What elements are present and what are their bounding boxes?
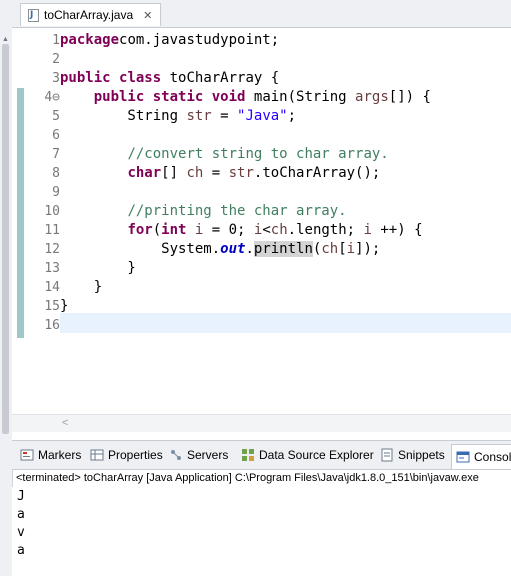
code-line[interactable]: 10 //printing the char array. bbox=[12, 202, 511, 221]
code-text: packagecom.javastudypoint; bbox=[60, 32, 280, 48]
code-line[interactable]: 4⊖ public static void main(String args[]… bbox=[12, 88, 511, 107]
code-text: String str = "Java"; bbox=[60, 108, 297, 124]
code-line[interactable]: 3 public class toCharArray { bbox=[12, 69, 511, 88]
line-number: 7 bbox=[52, 147, 60, 162]
code-text: } bbox=[60, 298, 69, 314]
code-text: System.out.println(ch[i]); bbox=[60, 241, 381, 257]
view-tab-data-source-explorer[interactable]: Data Source Explorer bbox=[241, 445, 374, 465]
code-text: //printing the char array. bbox=[127, 203, 347, 219]
line-number: 16 bbox=[44, 318, 60, 333]
view-tab-label: Servers bbox=[187, 448, 229, 462]
view-tab-label: Data Source Explorer bbox=[259, 448, 374, 462]
code-line[interactable]: 12 System.out.println(ch[i]); bbox=[12, 240, 511, 259]
line-number: 9 bbox=[52, 185, 60, 200]
code-text: //convert string to char array. bbox=[127, 146, 389, 162]
line-number: 3 bbox=[52, 71, 60, 86]
snippets-icon bbox=[380, 448, 394, 462]
view-tab-console[interactable]: Console bbox=[451, 444, 511, 469]
scroll-up-arrow-icon[interactable]: ▲ bbox=[2, 36, 9, 43]
code-line[interactable]: 8 char[] ch = str.toCharArray(); bbox=[12, 164, 511, 183]
code-text: char[] ch = str.toCharArray(); bbox=[127, 165, 381, 181]
java-file-icon: J bbox=[27, 8, 39, 22]
editor-tab-label: toCharArray.java bbox=[44, 8, 134, 22]
view-tab-label: Console bbox=[474, 450, 511, 464]
line-number: 6 bbox=[52, 128, 60, 143]
code-text: } bbox=[60, 260, 136, 276]
view-tab-label: Markers bbox=[38, 448, 82, 462]
line-number: 4⊖ bbox=[44, 90, 60, 105]
line-number: 11 bbox=[44, 223, 60, 238]
console-icon bbox=[456, 450, 470, 464]
line-number: 5 bbox=[52, 109, 60, 124]
code-line[interactable]: 13 } bbox=[12, 259, 511, 278]
code-line[interactable]: 6 bbox=[12, 126, 511, 145]
line-number: 10 bbox=[44, 204, 60, 219]
code-line[interactable]: 9 bbox=[12, 183, 511, 202]
view-tab-markers[interactable]: Markers bbox=[20, 445, 81, 465]
code-line[interactable]: 16 bbox=[12, 316, 511, 335]
data-source-explorer-icon bbox=[241, 448, 255, 462]
code-text: for(int i = 0; i<ch.length; i ++) { bbox=[127, 222, 423, 238]
console-output-line: a bbox=[17, 507, 25, 522]
view-tab-label: Properties bbox=[108, 448, 163, 462]
line-number: 14 bbox=[44, 280, 60, 295]
code-line[interactable]: 7 //convert string to char array. bbox=[12, 145, 511, 164]
line-number: 2 bbox=[52, 52, 60, 67]
close-icon[interactable]: ✕ bbox=[143, 9, 152, 22]
code-line[interactable]: 14 } bbox=[12, 278, 511, 297]
console-output-line: J bbox=[17, 489, 25, 504]
line-number: 12 bbox=[44, 242, 60, 257]
console-output-line: v bbox=[17, 525, 25, 540]
console-output[interactable]: Java bbox=[12, 487, 511, 576]
console-status-header: <terminated> toCharArray [Java Applicati… bbox=[16, 472, 479, 484]
code-line[interactable]: 5 String str = "Java"; bbox=[12, 107, 511, 126]
code-text: public class toCharArray { bbox=[60, 70, 280, 86]
line-number: 15 bbox=[44, 299, 60, 314]
code-line[interactable]: 1 packagecom.javastudypoint; bbox=[12, 31, 511, 50]
editor-tab-tochararray[interactable]: J toCharArray.java ✕ bbox=[20, 3, 162, 26]
views-tab-bar: Markers Properties Servers Data Source Expl… bbox=[12, 440, 511, 470]
code-line[interactable]: 11 for(int i = 0; i<ch.length; i ++) { bbox=[12, 221, 511, 240]
markers-icon bbox=[20, 448, 34, 462]
view-tab-properties[interactable]: Properties bbox=[90, 445, 163, 465]
properties-icon bbox=[90, 448, 104, 462]
code-line[interactable]: 15} bbox=[12, 297, 511, 316]
code-text: public static void main(String args[]) { bbox=[93, 89, 431, 105]
horizontal-scrollbar[interactable]: < bbox=[12, 414, 511, 432]
editor-tab-bar: J toCharArray.java ✕ bbox=[12, 0, 511, 28]
code-text: } bbox=[60, 279, 103, 295]
line-number: 13 bbox=[44, 261, 60, 276]
scroll-left-arrow-icon[interactable]: < bbox=[62, 417, 68, 429]
servers-icon bbox=[169, 448, 183, 462]
view-tab-label: Snippets bbox=[398, 448, 445, 462]
code-line[interactable]: 2 bbox=[12, 50, 511, 69]
line-number: 1 bbox=[52, 33, 60, 48]
vertical-scrollbar-thumb[interactable] bbox=[2, 44, 9, 434]
code-editor[interactable]: 1 packagecom.javastudypoint; 2 3 public clas… bbox=[12, 28, 511, 440]
view-tab-snippets[interactable]: Snippets bbox=[380, 445, 445, 465]
line-number: 8 bbox=[52, 166, 60, 181]
view-tab-servers[interactable]: Servers bbox=[169, 445, 228, 465]
console-output-line: a bbox=[17, 543, 25, 558]
